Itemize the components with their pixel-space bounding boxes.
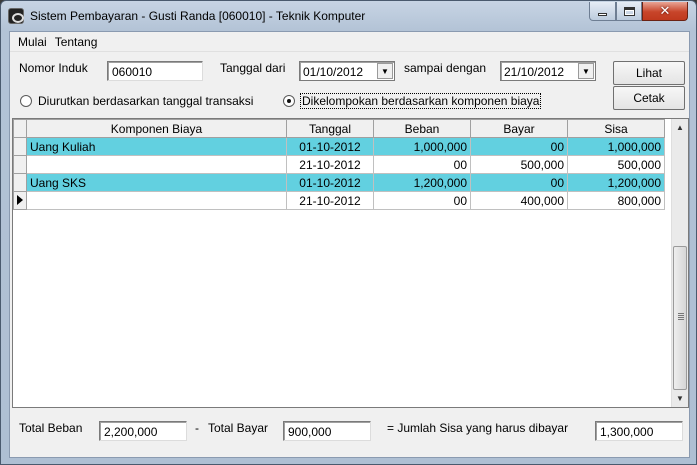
total-beban-label: Total Beban xyxy=(19,421,83,435)
cell-komponen[interactable] xyxy=(26,191,287,210)
nomor-induk-input[interactable]: 060010 xyxy=(107,61,203,81)
sampai-dengan-value: 21/10/2012 xyxy=(504,65,565,79)
row-selector-header[interactable] xyxy=(13,119,27,138)
client-area: Mulai Tentang Nomor Induk 060010 Tanggal… xyxy=(9,31,690,458)
cell-beban[interactable]: 1,200,000 xyxy=(373,173,471,192)
maximize-button[interactable] xyxy=(616,2,642,21)
sampai-dengan-dropdown-icon[interactable]: ▼ xyxy=(578,63,594,79)
cell-tanggal[interactable]: 01-10-2012 xyxy=(286,137,374,156)
cell-bayar[interactable]: 00 xyxy=(470,137,568,156)
tanggal-dari-date-picker[interactable]: 01/10/2012 ▼ xyxy=(299,61,395,81)
table-row[interactable]: 21-10-2012 00 400,000 800,000 xyxy=(13,191,665,210)
table-header: Komponen Biaya Tanggal Beban Bayar Sisa xyxy=(13,119,665,138)
row-selector[interactable] xyxy=(13,137,27,156)
cell-beban[interactable]: 00 xyxy=(373,155,471,174)
grid-vertical-scrollbar[interactable]: ▲ ▼ xyxy=(671,119,688,407)
sampai-dengan-date-picker[interactable]: 21/10/2012 ▼ xyxy=(500,61,596,81)
table-row[interactable]: Uang Kuliah 01-10-2012 1,000,000 00 1,00… xyxy=(13,137,665,156)
column-header-komponen[interactable]: Komponen Biaya xyxy=(26,119,287,138)
maximize-icon xyxy=(623,6,635,16)
current-row-pointer-icon xyxy=(17,194,23,205)
window-title: Sistem Pembayaran - Gusti Randa [060010]… xyxy=(30,9,366,23)
cell-bayar[interactable]: 00 xyxy=(470,173,568,192)
app-window: Sistem Pembayaran - Gusti Randa [060010]… xyxy=(0,0,697,465)
minimize-icon xyxy=(598,13,607,16)
column-header-tanggal[interactable]: Tanggal xyxy=(286,119,374,138)
column-header-beban[interactable]: Beban xyxy=(373,119,471,138)
cell-komponen[interactable]: Uang SKS xyxy=(26,173,287,192)
cell-tanggal[interactable]: 01-10-2012 xyxy=(286,173,374,192)
payment-grid[interactable]: Komponen Biaya Tanggal Beban Bayar Sisa … xyxy=(12,118,689,408)
column-header-sisa[interactable]: Sisa xyxy=(567,119,665,138)
cell-sisa[interactable]: 1,200,000 xyxy=(567,173,665,192)
minus-sign: - xyxy=(195,421,199,435)
close-icon: ✕ xyxy=(659,3,671,19)
cell-sisa[interactable]: 500,000 xyxy=(567,155,665,174)
row-selector[interactable] xyxy=(13,155,27,174)
app-icon[interactable] xyxy=(8,8,24,24)
total-bayar-label: Total Bayar xyxy=(208,421,269,435)
cell-beban[interactable]: 00 xyxy=(373,191,471,210)
close-button[interactable]: ✕ xyxy=(642,2,688,21)
cell-komponen[interactable]: Uang Kuliah xyxy=(26,137,287,156)
cell-komponen[interactable] xyxy=(26,155,287,174)
scroll-down-arrow-icon[interactable]: ▼ xyxy=(672,390,688,407)
payment-table: Komponen Biaya Tanggal Beban Bayar Sisa … xyxy=(13,119,665,210)
scroll-grip-icon xyxy=(678,313,684,320)
minimize-button[interactable] xyxy=(589,2,616,21)
tanggal-dari-dropdown-icon[interactable]: ▼ xyxy=(377,63,393,79)
jumlah-sisa-field[interactable]: 1,300,000 xyxy=(595,421,683,441)
option-sort-by-date[interactable]: Diurutkan berdasarkan tanggal transaksi xyxy=(20,94,253,108)
menu-tentang[interactable]: Tentang xyxy=(51,32,102,52)
column-header-bayar[interactable]: Bayar xyxy=(470,119,568,138)
scroll-up-arrow-icon[interactable]: ▲ xyxy=(672,119,688,136)
menu-mulai[interactable]: Mulai xyxy=(14,32,51,52)
radio-sort-by-date[interactable] xyxy=(20,95,32,107)
cell-bayar[interactable]: 500,000 xyxy=(470,155,568,174)
table-row[interactable]: 21-10-2012 00 500,000 500,000 xyxy=(13,155,665,174)
lihat-button[interactable]: Lihat xyxy=(613,61,685,85)
radio-group-by-component[interactable] xyxy=(283,95,295,107)
tanggal-dari-label: Tanggal dari xyxy=(220,61,286,75)
row-selector[interactable] xyxy=(13,173,27,192)
jumlah-sisa-label: = Jumlah Sisa yang harus dibayar xyxy=(387,421,569,435)
cell-bayar[interactable]: 400,000 xyxy=(470,191,568,210)
cell-sisa[interactable]: 1,000,000 xyxy=(567,137,665,156)
title-bar[interactable]: Sistem Pembayaran - Gusti Randa [060010]… xyxy=(1,1,696,31)
scroll-thumb[interactable] xyxy=(673,246,687,390)
table-row[interactable]: Uang SKS 01-10-2012 1,200,000 00 1,200,0… xyxy=(13,173,665,192)
current-row-selector[interactable] xyxy=(13,191,27,210)
cell-tanggal[interactable]: 21-10-2012 xyxy=(286,155,374,174)
total-bayar-field[interactable]: 900,000 xyxy=(283,421,371,441)
total-beban-field[interactable]: 2,200,000 xyxy=(99,421,187,441)
nomor-induk-label: Nomor Induk xyxy=(19,61,88,75)
tanggal-dari-value: 01/10/2012 xyxy=(303,65,364,79)
sampai-dengan-label: sampai dengan xyxy=(404,61,487,75)
cetak-button[interactable]: Cetak xyxy=(613,86,685,110)
option-group-by-component[interactable]: Dikelompokan berdasarkan komponen biaya xyxy=(283,93,542,109)
cell-tanggal[interactable]: 21-10-2012 xyxy=(286,191,374,210)
option-group-by-component-label: Dikelompokan berdasarkan komponen biaya xyxy=(299,93,542,109)
option-sort-by-date-label: Diurutkan berdasarkan tanggal transaksi xyxy=(38,94,254,108)
cell-sisa[interactable]: 800,000 xyxy=(567,191,665,210)
cell-beban[interactable]: 1,000,000 xyxy=(373,137,471,156)
menu-bar: Mulai Tentang xyxy=(10,32,689,52)
